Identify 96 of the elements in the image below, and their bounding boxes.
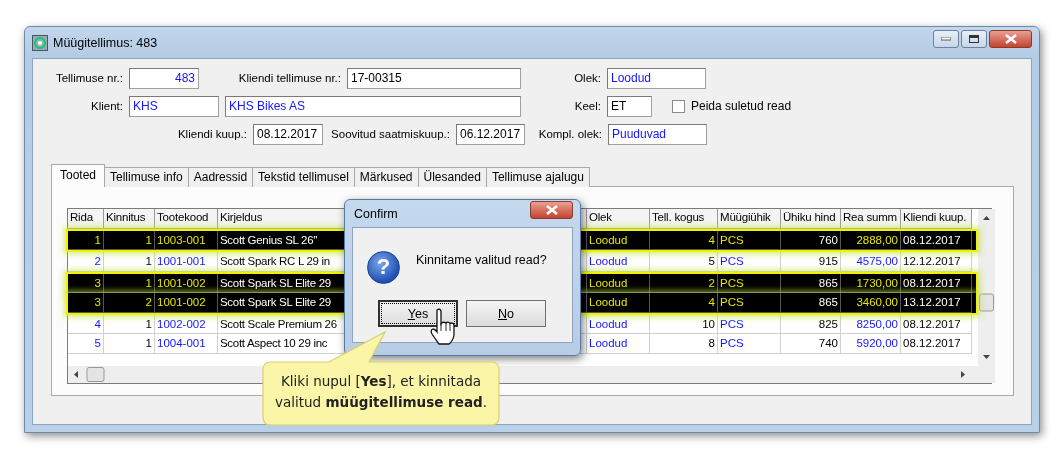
column-header[interactable]: Kinnitus — [104, 209, 155, 229]
table-cell: Loodud — [587, 293, 650, 313]
input-field[interactable]: ET — [607, 95, 652, 117]
column-header[interactable]: Rea summ — [841, 209, 901, 229]
column-header[interactable]: Tootekood — [155, 209, 218, 229]
tab[interactable]: Tellimuse ajalugu — [485, 167, 590, 187]
callout-text: Kliki nupul [Yes], et kinnitada valitud müügitellimuse read. — [274, 372, 488, 412]
minimize-icon — [941, 36, 951, 41]
table-cell: 1 — [68, 230, 104, 250]
table-cell: 5920,00 — [841, 334, 901, 354]
table-cell: PCS — [718, 252, 781, 272]
table-cell: 1002-002 — [155, 314, 218, 334]
field-label: Klient: — [90, 100, 124, 112]
table-cell: 825 — [781, 314, 841, 334]
input-field[interactable]: 08.12.2017 — [253, 123, 323, 145]
table-cell: 10 — [650, 314, 718, 334]
field-label: Tellimuse nr.: — [54, 72, 124, 84]
dialog-button[interactable]: No — [466, 300, 546, 327]
field-label: Kliendi kuup.: — [176, 128, 248, 140]
table-cell: 12.12.2017 — [901, 252, 972, 272]
table-cell: PCS — [718, 314, 781, 334]
app-icon — [32, 34, 48, 51]
table-cell: 1 — [104, 230, 155, 250]
checkbox-label: Peida suletud read — [691, 99, 792, 113]
tab[interactable]: Tellimuse info — [104, 167, 189, 187]
table-cell: 760 — [781, 230, 841, 250]
maximize-icon — [969, 34, 979, 43]
table-cell: 5 — [650, 252, 718, 272]
table-cell: 1 — [104, 252, 155, 272]
hand-cursor-icon — [428, 308, 458, 346]
table-cell: 1 — [104, 334, 155, 354]
table-cell: 08.12.2017 — [901, 230, 972, 250]
table-cell: 740 — [781, 334, 841, 354]
column-header[interactable]: Tell. kogus — [650, 209, 718, 229]
field-label: Kliendi tellimuse nr.: — [237, 72, 342, 84]
table-cell: 2 — [68, 252, 104, 272]
table-cell: 3460,00 — [841, 293, 901, 313]
dialog-button[interactable]: Yes — [378, 300, 458, 327]
dialog-title: Confirm — [353, 206, 398, 221]
close-icon — [545, 204, 558, 215]
table-cell: 4 — [650, 230, 718, 250]
column-header[interactable]: Rida — [68, 209, 104, 229]
column-header[interactable]: Olek — [587, 209, 650, 229]
table-cell: 2 — [104, 293, 155, 313]
table-cell: 08.12.2017 — [901, 314, 972, 334]
input-field[interactable]: 483 — [129, 67, 199, 89]
checkbox[interactable] — [672, 99, 685, 113]
input-field[interactable]: Loodud — [607, 67, 706, 89]
tab[interactable]: Tooted — [51, 164, 106, 187]
table-cell: Loodud — [587, 334, 650, 354]
field-label: Soovitud saatmiskuup.: — [330, 128, 451, 140]
input-field[interactable]: Puuduvad — [608, 123, 707, 145]
close-button[interactable] — [989, 29, 1032, 48]
table-cell: PCS — [718, 230, 781, 250]
close-button[interactable] — [530, 200, 573, 219]
table-cell: 4 — [68, 314, 104, 334]
input-field[interactable]: 17-00315 — [347, 67, 521, 89]
table-cell: 5 — [68, 334, 104, 354]
field-label: Olek: — [573, 72, 602, 84]
table-cell: 8 — [650, 334, 718, 354]
table-cell: 1001-002 — [155, 293, 218, 313]
window-title: Müügitellimus: 483 — [53, 35, 159, 50]
table-cell: 1004-001 — [155, 334, 218, 354]
field-label: Kompl. olek: — [537, 128, 603, 140]
tab[interactable]: Aadressid — [187, 167, 254, 187]
table-cell: PCS — [718, 334, 781, 354]
table-cell: 865 — [781, 293, 841, 313]
column-header[interactable]: Müügiühik — [718, 209, 781, 229]
table-cell: 1001-001 — [155, 252, 218, 272]
column-header[interactable]: Ühiku hind — [781, 209, 841, 229]
tab[interactable]: Ülesanded — [417, 167, 487, 187]
table-cell: 4575,00 — [841, 252, 901, 272]
maximize-button[interactable] — [961, 29, 987, 48]
table-cell: 08.12.2017 — [901, 334, 972, 354]
column-header[interactable]: Kliendi kuup. — [901, 209, 972, 229]
tab[interactable]: Tekstid tellimusel — [252, 167, 355, 187]
field-label: Keel: — [573, 100, 602, 112]
dialog-message: Kinnitame valitud read? — [416, 253, 547, 267]
table-cell: 1 — [104, 314, 155, 334]
table-cell: 915 — [781, 252, 841, 272]
input-field[interactable]: KHS Bikes AS — [225, 95, 521, 117]
input-field[interactable]: KHS — [129, 95, 219, 117]
input-field[interactable]: 06.12.2017 — [456, 123, 525, 145]
table-cell: PCS — [718, 293, 781, 313]
close-icon — [1004, 33, 1017, 44]
table-cell: 8250,00 — [841, 314, 901, 334]
table-cell: Loodud — [587, 252, 650, 272]
question-icon: ? — [367, 250, 400, 284]
table-cell: Loodud — [587, 314, 650, 334]
table-cell: 4 — [650, 293, 718, 313]
table-cell: 3 — [68, 293, 104, 313]
table-cell: Loodud — [587, 230, 650, 250]
table-cell: 1003-001 — [155, 230, 218, 250]
table-cell: 2888,00 — [841, 230, 901, 250]
tab[interactable]: Märkused — [353, 167, 419, 187]
table-cell: 13.12.2017 — [901, 293, 972, 313]
